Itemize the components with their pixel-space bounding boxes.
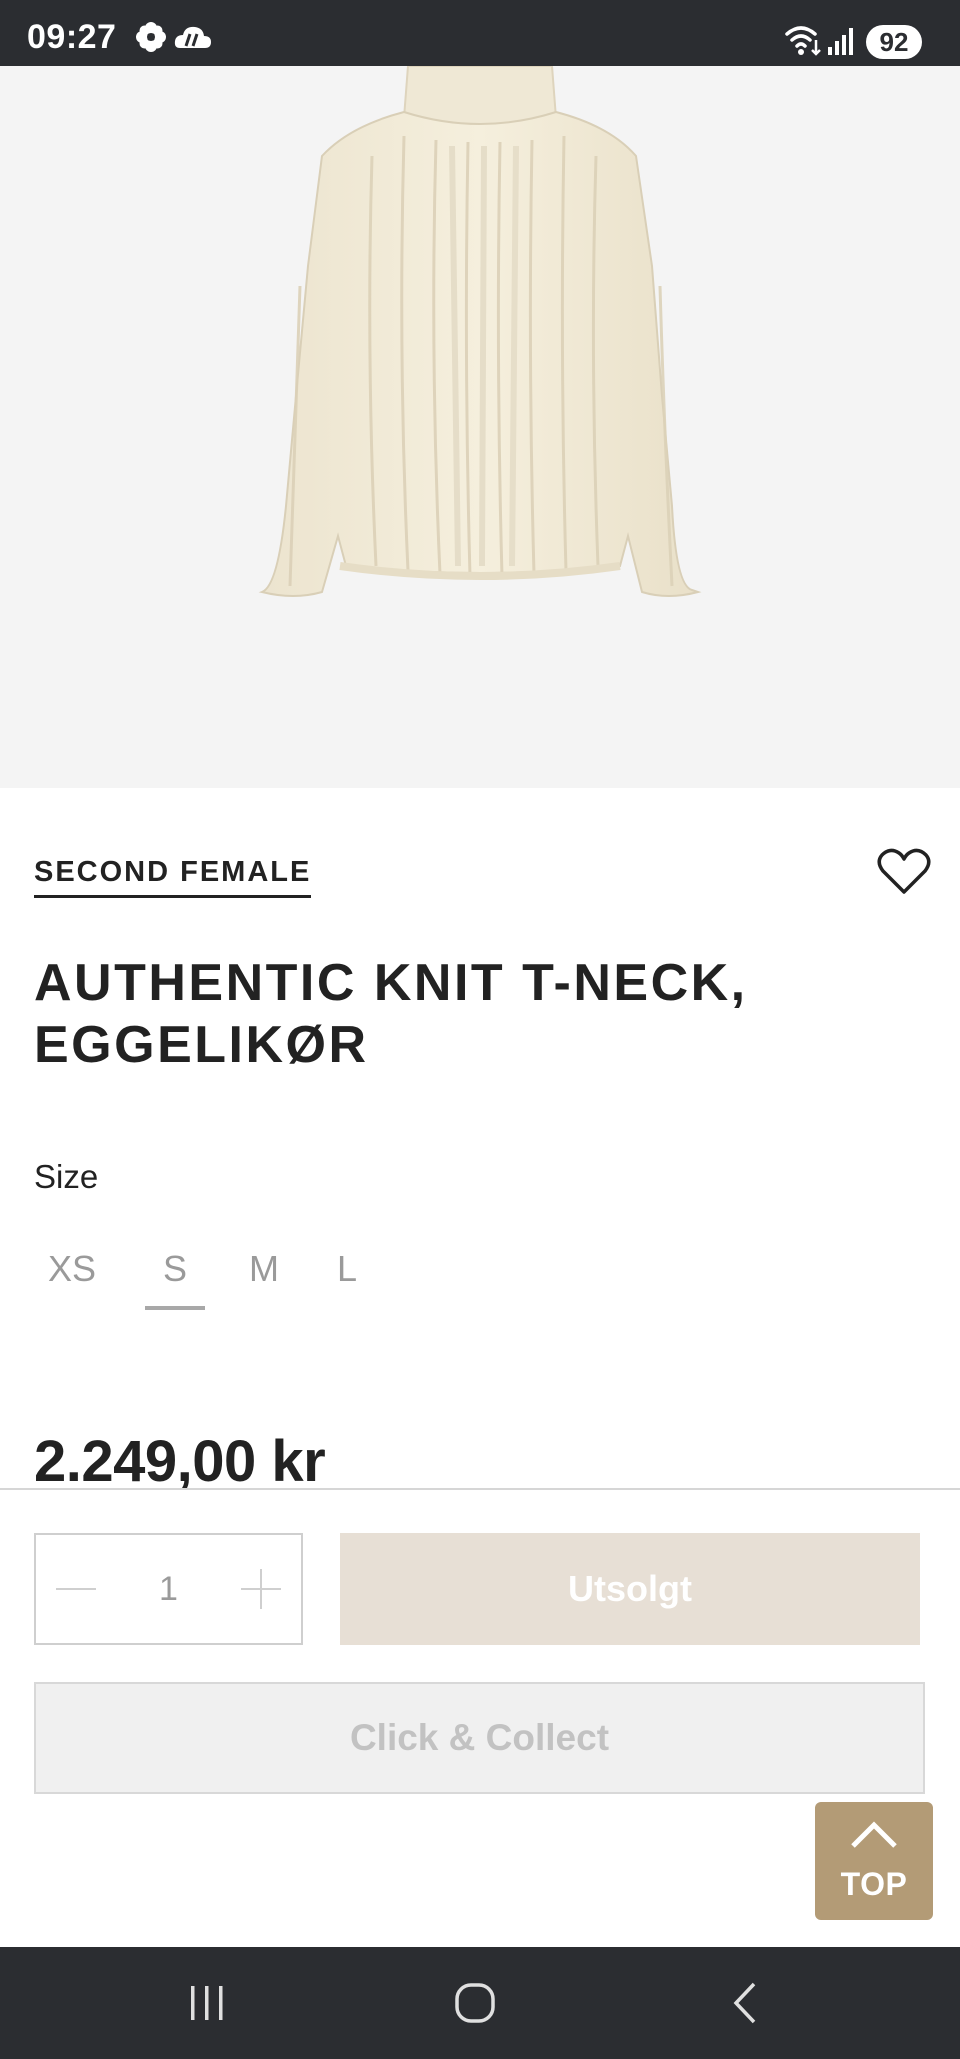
back-to-top-button[interactable]: TOP [815, 1802, 933, 1920]
status-bar: 09:27 92 [0, 0, 960, 66]
product-title: AUTHENTIC KNIT T-NECK, EGGELIKØR [34, 952, 934, 1076]
increase-quantity-button[interactable] [221, 1535, 301, 1643]
status-time: 09:27 [27, 18, 117, 56]
size-option-s[interactable]: S [145, 1248, 205, 1310]
plus-icon [241, 1569, 281, 1609]
minus-icon [56, 1588, 96, 1590]
weather-icon [174, 22, 212, 57]
battery-indicator: 92 [866, 25, 922, 59]
size-option-l[interactable]: L [332, 1248, 362, 1310]
decrease-quantity-button[interactable] [36, 1535, 116, 1643]
favorite-heart-icon[interactable] [877, 848, 931, 896]
chevron-up-icon [851, 1821, 897, 1848]
quantity-value[interactable]: 1 [116, 1535, 221, 1643]
home-button[interactable] [430, 1967, 520, 2039]
system-navigation-bar [0, 1947, 960, 2059]
quantity-stepper: 1 [34, 1533, 303, 1645]
click-and-collect-button[interactable]: Click & Collect [34, 1682, 925, 1794]
product-title-line-1: AUTHENTIC KNIT T-NECK, [34, 954, 748, 1012]
home-icon [455, 1983, 495, 2023]
flower-icon [134, 20, 168, 59]
recent-apps-button[interactable] [162, 1967, 252, 2039]
recent-apps-icon [191, 1986, 223, 2020]
divider [0, 1488, 960, 1490]
product-title-line-2: EGGELIKØR [34, 1016, 369, 1074]
size-label: Size [34, 1158, 99, 1195]
size-option-m[interactable]: M [244, 1248, 284, 1310]
signal-icon [826, 26, 856, 61]
back-icon [733, 1982, 756, 2024]
size-option-xs[interactable]: XS [44, 1248, 100, 1310]
back-button[interactable] [700, 1967, 790, 2039]
product-image[interactable] [0, 66, 960, 788]
wifi-icon [784, 24, 824, 63]
product-price: 2.249,00 kr [34, 1429, 326, 1494]
back-to-top-label: TOP [840, 1866, 908, 1902]
brand-link[interactable]: SECOND FEMALE [34, 856, 312, 898]
sold-out-button[interactable]: Utsolgt [340, 1533, 920, 1645]
